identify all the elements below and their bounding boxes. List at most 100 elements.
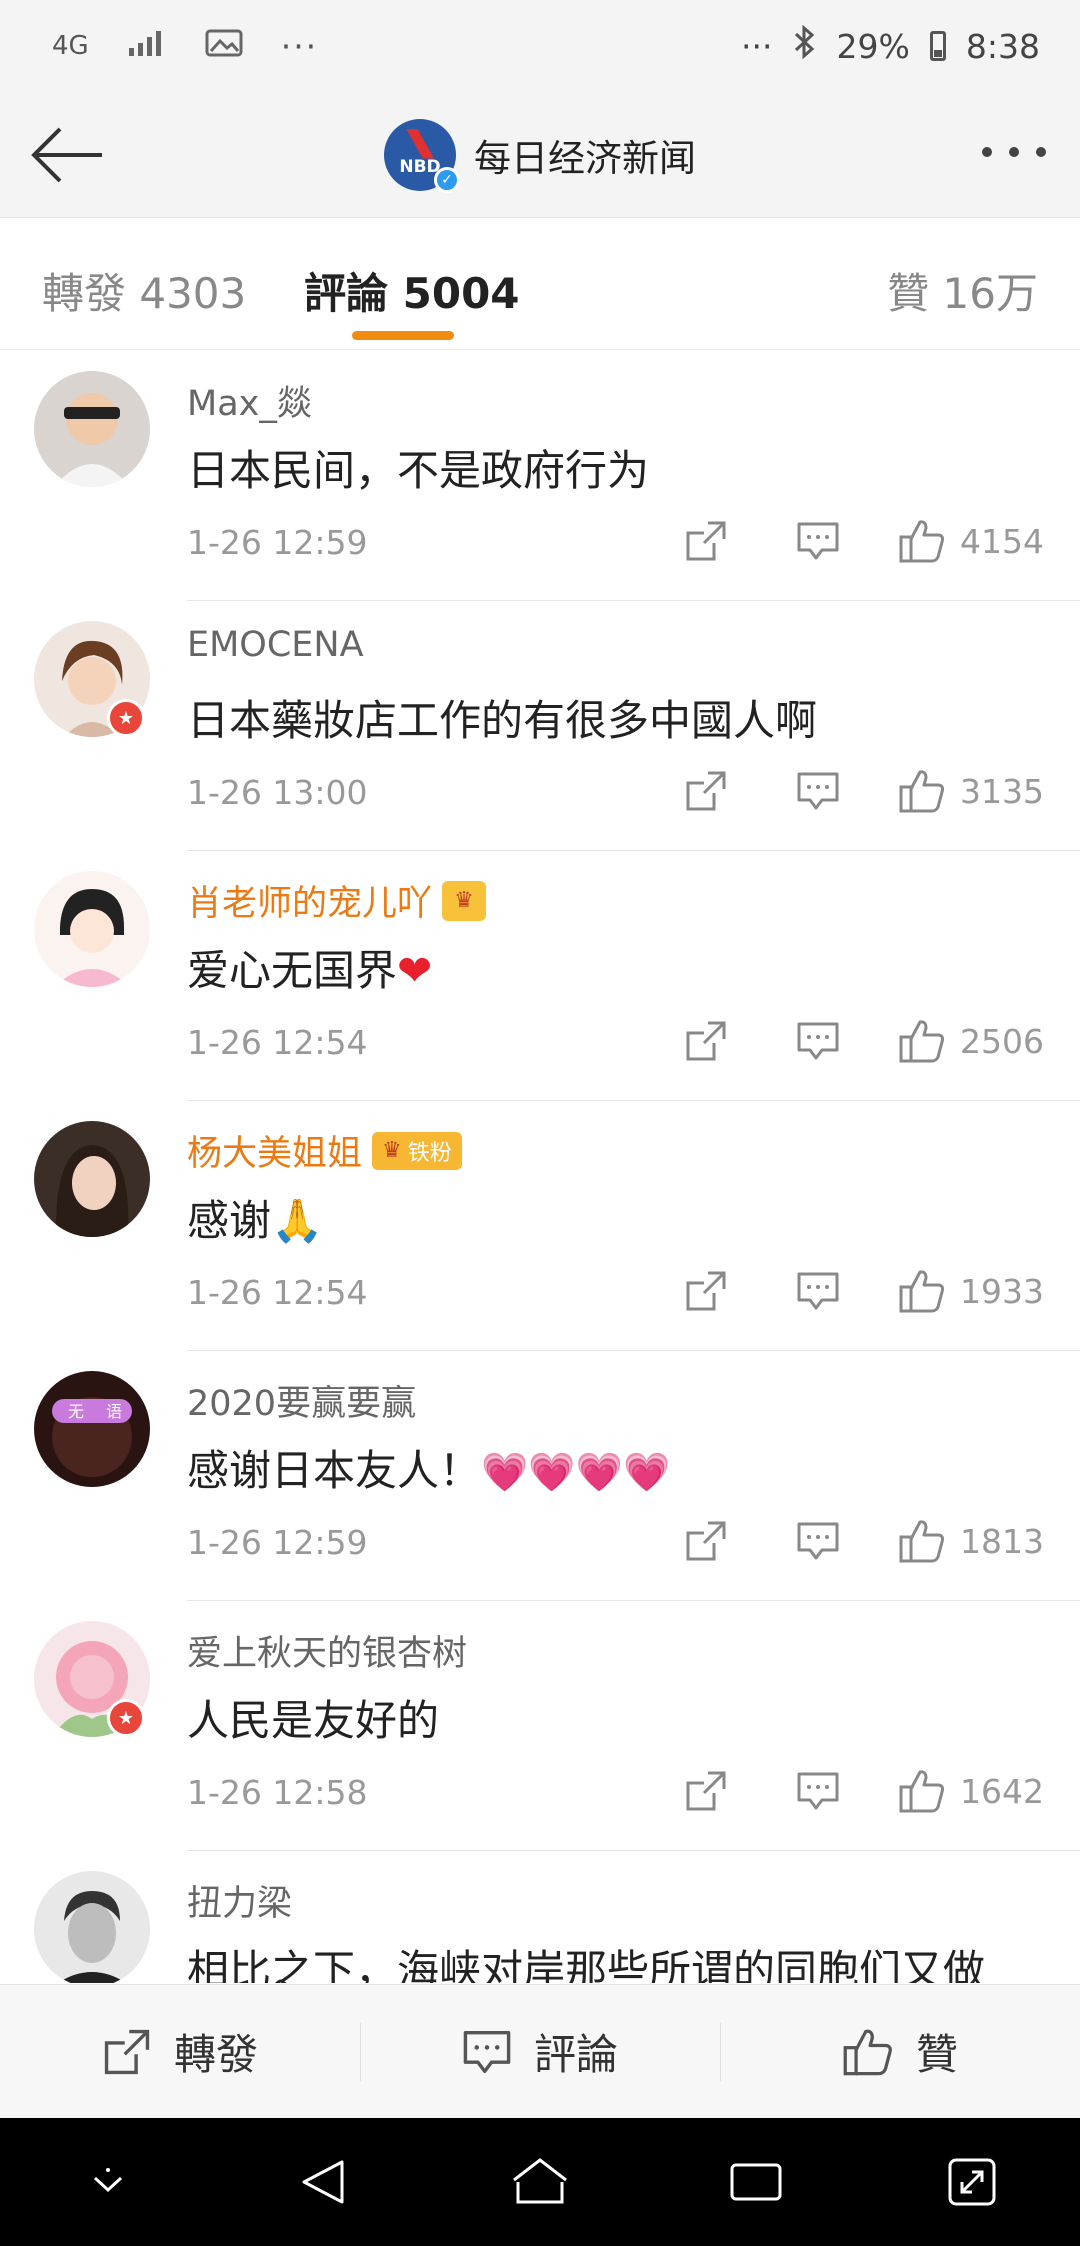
comment-actions: 1813 xyxy=(676,1511,1044,1571)
thumbs-up-icon xyxy=(899,520,945,563)
battery-icon xyxy=(929,31,946,61)
comment-text: 相比之下，海峡对岸那些所谓的同胞们又做 xyxy=(187,1946,986,1983)
reply-button[interactable] xyxy=(788,1011,848,1071)
svg-text:语: 语 xyxy=(106,1402,122,1421)
tab-likes[interactable]: 贊 16万 xyxy=(887,260,1038,321)
thumbs-up-icon xyxy=(899,770,945,813)
recent-apps-icon xyxy=(730,2163,782,2201)
account-header[interactable]: NBD ✓ 每日经济新闻 xyxy=(384,118,696,193)
back-button[interactable] xyxy=(28,120,108,190)
share-button[interactable] xyxy=(676,761,736,821)
more-options-button[interactable] xyxy=(974,132,1054,172)
comment-time: 1-26 12:59 xyxy=(187,523,368,562)
like-button[interactable]: 3135 xyxy=(898,768,1044,814)
comment-username[interactable]: 2020要赢要赢 xyxy=(187,1375,416,1426)
comment-list[interactable]: Max_燚 日本民间，不是政府行为 1-26 12:59 4154 ★ EMOC… xyxy=(0,351,1080,1983)
share-icon xyxy=(104,2029,150,2074)
avatar[interactable] xyxy=(34,1121,150,1237)
like-button[interactable]: 1813 xyxy=(898,1518,1044,1564)
comment-item: ★ 爱上秋天的银杏树 人民是友好的 1-26 12:58 1642 xyxy=(0,1601,1080,1851)
tab-comments[interactable]: 評論 5004 xyxy=(304,260,520,321)
share-icon xyxy=(686,521,726,561)
reply-button[interactable] xyxy=(788,1261,848,1321)
like-count: 1933 xyxy=(960,1271,1044,1311)
reply-button[interactable] xyxy=(788,761,848,821)
avatar[interactable] xyxy=(34,1871,150,1983)
thumbs-up-icon xyxy=(843,2029,892,2075)
like-button[interactable]: 1642 xyxy=(898,1768,1044,1814)
comment-time: 1-26 12:54 xyxy=(187,1023,368,1062)
comment-username[interactable]: EMOCENA xyxy=(187,625,364,665)
like-count: 1642 xyxy=(960,1771,1044,1811)
nav-back-button[interactable] xyxy=(284,2142,364,2222)
page-title: 每日经济新闻 xyxy=(474,136,696,180)
avatar[interactable] xyxy=(34,871,150,987)
comment-icon xyxy=(797,1522,839,1560)
avatar[interactable] xyxy=(34,371,150,487)
share-button[interactable] xyxy=(676,1761,736,1821)
share-icon xyxy=(686,1771,726,1811)
comment-username[interactable]: 爱上秋天的银杏树 xyxy=(187,1625,467,1676)
comment-actions: 1642 xyxy=(676,1761,1044,1821)
like-button[interactable]: 1933 xyxy=(898,1268,1044,1314)
comment-actions: 3135 xyxy=(676,761,1044,821)
comment-text: 人民是友好的 xyxy=(187,1696,440,1745)
battery-percent: 29% xyxy=(836,26,910,66)
comment-text: 日本民间，不是政府行为 xyxy=(187,446,650,495)
bluetooth-icon xyxy=(793,24,817,67)
network-indicator: 4G xyxy=(52,31,89,61)
dot-icon xyxy=(1008,147,1019,157)
comment-actions: 2506 xyxy=(676,1011,1044,1071)
nav-recents-button[interactable] xyxy=(716,2142,796,2222)
comment-item: 肖老师的宠儿吖 ♛ 爱心无国界❤ 1-26 12:54 2506 xyxy=(0,851,1080,1101)
active-tab-indicator xyxy=(352,331,454,340)
nav-fullscreen-button[interactable] xyxy=(932,2142,1012,2222)
comment-text: 感谢🙏 xyxy=(187,1196,324,1245)
comment-username[interactable]: 扭力梁 xyxy=(187,1875,292,1926)
share-button[interactable] xyxy=(676,511,736,571)
overflow-dots-icon: ··· xyxy=(741,26,773,66)
like-count: 1813 xyxy=(960,1521,1044,1561)
comment-username[interactable]: 肖老师的宠儿吖 ♛ xyxy=(187,875,487,926)
share-button[interactable] xyxy=(676,1011,736,1071)
comment-username[interactable]: 杨大美姐姐 ♛ 铁粉 xyxy=(187,1125,462,1176)
like-button[interactable]: 2506 xyxy=(898,1018,1044,1064)
nbd-logo: NBD ✓ xyxy=(384,118,460,193)
like-count: 4154 xyxy=(960,521,1044,561)
clock: 8:38 xyxy=(965,26,1040,66)
reply-button[interactable] xyxy=(788,1761,848,1821)
tab-bar: 轉發 4303 評論 5004 贊 16万 xyxy=(0,218,1080,350)
repost-button[interactable]: 轉發 xyxy=(0,1985,360,2118)
share-button[interactable] xyxy=(676,1261,736,1321)
like-button[interactable]: 4154 xyxy=(898,518,1044,564)
verified-icon: ✓ xyxy=(434,166,460,193)
thumbs-up-icon xyxy=(899,1270,945,1313)
tab-repost[interactable]: 轉發 4303 xyxy=(42,260,246,321)
reply-button[interactable] xyxy=(788,1511,848,1571)
nav-home-button[interactable] xyxy=(500,2142,580,2222)
signal-icon xyxy=(127,27,167,66)
share-icon xyxy=(686,771,726,811)
comment-icon xyxy=(797,772,839,810)
avatar[interactable]: 无语 xyxy=(34,1371,150,1487)
reply-button[interactable] xyxy=(788,511,848,571)
comment-username[interactable]: Max_燚 xyxy=(187,375,312,426)
comment-time: 1-26 12:59 xyxy=(187,1523,368,1562)
comment-item: 无语 2020要赢要赢 感谢日本友人！💗💗💗💗 1-26 12:59 1813 xyxy=(0,1351,1080,1601)
comment-button[interactable]: 評論 xyxy=(360,1985,720,2118)
share-button[interactable] xyxy=(676,1511,736,1571)
vip-crown-icon: ♛ xyxy=(382,1138,402,1163)
comment-text: 日本藥妝店工作的有很多中國人啊 xyxy=(187,696,818,745)
title-bar: NBD ✓ 每日经济新闻 xyxy=(0,92,1080,218)
comment-time: 1-26 13:00 xyxy=(187,773,368,812)
expand-icon xyxy=(948,2158,996,2206)
heart-emoji-icon: 💗💗💗💗 xyxy=(481,1450,671,1494)
comment-text: 感谢日本友人！💗💗💗💗 xyxy=(187,1446,671,1495)
share-icon xyxy=(686,1521,726,1561)
thumbs-up-icon xyxy=(899,1020,945,1063)
comment-time: 1-26 12:58 xyxy=(187,1773,368,1812)
svg-text:无: 无 xyxy=(68,1402,84,1421)
nav-hide-button[interactable] xyxy=(68,2142,148,2222)
image-notification-icon xyxy=(205,27,243,66)
like-post-button[interactable]: 贊 xyxy=(720,1985,1080,2118)
